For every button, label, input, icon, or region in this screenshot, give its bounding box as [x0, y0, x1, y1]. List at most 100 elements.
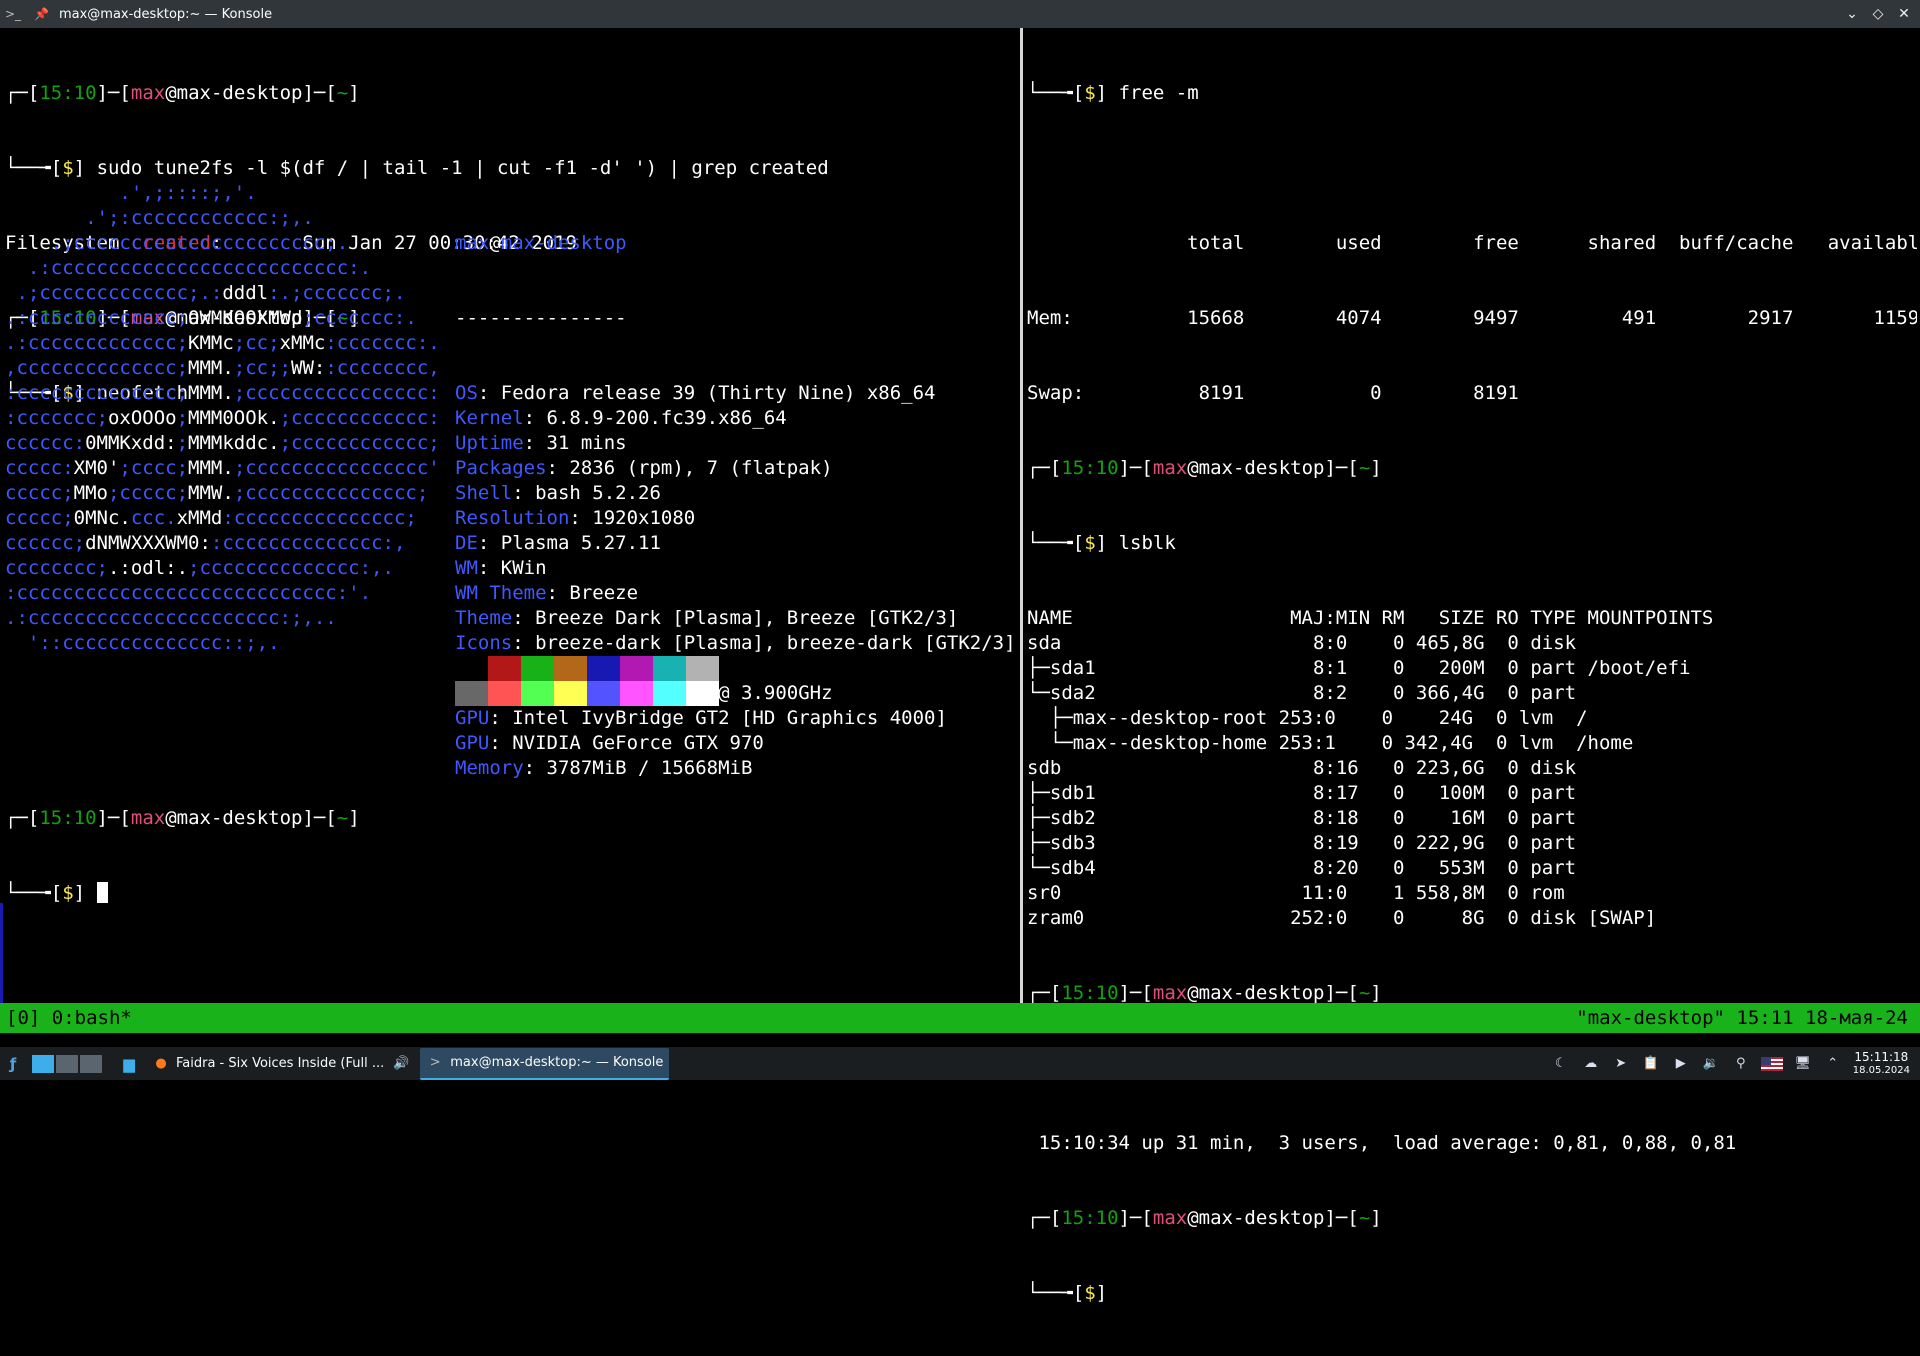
night-color-icon[interactable]: ☾ [1551, 1054, 1571, 1074]
prompt-line: ┌─[15:10]─[max@max-desktop]─[~] [5, 807, 360, 829]
palette-swatch [455, 681, 488, 706]
lsblk-row: NAME MAJ:MIN RM SIZE RO TYPE MOUNTPOINTS [1027, 607, 1714, 629]
virtual-desktop-pager[interactable] [32, 1054, 102, 1073]
task-firefox[interactable]: ● Faidra - Six Voices Inside (Full ... 🔊 [146, 1049, 416, 1079]
lsblk-output: NAME MAJ:MIN RM SIZE RO TYPE MOUNTPOINTS… [1027, 606, 1917, 931]
info-row: Resolution: 1920x1080 [455, 507, 696, 529]
cloud-sync-icon[interactable]: ☁ [1581, 1054, 1601, 1074]
palette-swatch [587, 681, 620, 706]
info-user-host: max@max-desktop [455, 232, 627, 254]
lsblk-row: ├─sdb2 8:18 0 16M 0 part [1027, 807, 1588, 829]
fedora-ascii-logo: .',;::::;,'. .';:cccccccccccc:;,. .;cccc… [5, 181, 440, 656]
konsole-app-icon[interactable]: >_ [4, 5, 22, 23]
color-palette [455, 656, 719, 706]
lsblk-row: sr0 11:0 1 558,8M 0 rom [1027, 882, 1588, 904]
logo-line: .:ccccccccccccc;KMMc;cc;xMMc:ccccccc:. [5, 332, 440, 354]
palette-swatch [587, 656, 620, 681]
lsblk-row: ├─max--desktop-root 253:0 0 24G 0 lvm / [1027, 707, 1588, 729]
window-buttons: ⌄ ◇ ✕ [1842, 4, 1914, 24]
info-row: GPU: Intel IvyBridge GT2 [HD Graphics 40… [455, 707, 947, 729]
desktop-2[interactable] [56, 1054, 78, 1073]
logo-line: .:ccccccccccccc;OWMKOOXMWd;ccccccc:. [5, 307, 417, 329]
minimize-icon[interactable]: ⌄ [1842, 4, 1862, 24]
palette-swatch [620, 656, 653, 681]
info-row: Kernel: 6.8.9-200.fc39.x86_64 [455, 407, 787, 429]
usb-device-icon[interactable]: ⚲ [1731, 1054, 1751, 1074]
free-swap: Swap: 8191 0 8191 [1027, 382, 1519, 404]
desktop-1[interactable] [32, 1054, 54, 1073]
lsblk-row: zram0 252:0 0 8G 0 disk [SWAP] [1027, 907, 1657, 929]
palette-swatch [653, 656, 686, 681]
clock[interactable]: 15:11:18 18.05.2024 [1853, 1050, 1910, 1077]
pin-icon[interactable]: 📌 [34, 7, 49, 21]
lsblk-row: sda 8:0 0 465,8G 0 disk [1027, 632, 1588, 654]
tmux-pane-right[interactable]: └──╼[$] free -m total used free shared b… [1027, 31, 1917, 1356]
active-prompt[interactable]: ┌─[15:10]─[max@max-desktop]─[~] └──╼[$] [5, 756, 1015, 956]
file-manager-icon[interactable]: ▆ [116, 1051, 142, 1077]
konsole-icon: > [429, 1055, 441, 1070]
clipboard-icon[interactable]: 📋 [1641, 1054, 1661, 1074]
terminal-area[interactable]: ┌─[15:10]─[max@max-desktop]─[~] └──╼[$] … [0, 28, 1920, 1304]
lsblk-row: sdb 8:16 0 223,6G 0 disk [1027, 757, 1588, 779]
command-line: └──╼[$] free -m [1027, 82, 1199, 104]
logo-line: cccccc:0MMKxdd:;MMMkddc.;cccccccccccc; [5, 432, 440, 454]
screen-gap [0, 1033, 1920, 1047]
info-row: DE: Plasma 5.27.11 [455, 532, 661, 554]
info-row: Uptime: 31 mins [455, 432, 627, 454]
palette-swatch [686, 656, 719, 681]
palette-swatch [554, 681, 587, 706]
info-row: WM: KWin [455, 557, 547, 579]
fedora-launcher-icon[interactable]: ƒ [0, 1051, 26, 1077]
command-line[interactable]: └──╼[$] [5, 881, 1015, 906]
telegram-icon[interactable]: ➤ [1611, 1054, 1631, 1074]
logo-line: :cccccccccccccc;MMM.;cccccccccccccccc: [5, 382, 440, 404]
text-cursor [96, 882, 108, 903]
palette-swatch [686, 681, 719, 706]
command-line: └──╼[$] lsblk [1027, 532, 1176, 554]
neofetch-info: max@max-desktop --------------- OS: Fedo… [455, 181, 1016, 831]
uptime-output: 15:10:34 up 31 min, 3 users, load averag… [1027, 1132, 1737, 1154]
info-row: WM Theme: Breeze [455, 582, 639, 604]
pane-divider[interactable] [1020, 28, 1023, 1003]
info-row: Theme: Breeze Dark [Plasma], Breeze [GTK… [455, 607, 959, 629]
prompt-line: ┌─[15:10]─[max@max-desktop]─[~] [1027, 457, 1382, 479]
free-header: total used free shared buff/cache availa… [1027, 232, 1917, 254]
logo-line: .';:cccccccccccc:;,. [5, 207, 314, 229]
info-row: Packages: 2836 (rpm), 7 (flatpak) [455, 457, 833, 479]
lsblk-row: └─sdb4 8:20 0 553M 0 part [1027, 857, 1588, 879]
palette-swatch [521, 681, 554, 706]
logo-line: :cccccccccccccccccccccccccccc:'. [5, 582, 372, 604]
network-icon[interactable]: 🖥 [1793, 1054, 1813, 1074]
info-row: Icons: breeze-dark [Plasma], breeze-dark… [455, 632, 1016, 654]
palette-swatch [455, 656, 488, 681]
prompt-line: ┌─[15:10]─[max@max-desktop]─[~] [5, 82, 360, 104]
speaker-icon[interactable]: 🔊 [392, 1055, 410, 1073]
logo-line: cccccc;dNMWXXXWM0::cccccccccccccc:, [5, 532, 406, 554]
logo-line: ,cccccccccccccc;MMM.;cc;;WW::cccccccc, [5, 357, 440, 379]
system-tray: ☾ ☁ ➤ 📋 ▶ 🔉 ⚲ 🖥 ⌃ 15:11:18 18.05.2024 [1551, 1050, 1910, 1077]
maximize-icon[interactable]: ◇ [1868, 4, 1888, 24]
tmux-window-list[interactable]: [0] 0:bash* [6, 1007, 132, 1029]
window-titlebar[interactable]: >_ 📌 max@max-desktop:~ — Konsole ⌄ ◇ ✕ [0, 0, 1920, 28]
lsblk-row: ├─sdb3 8:19 0 222,9G 0 part [1027, 832, 1588, 854]
logo-line: '::cccccccccccccc::;,. [5, 632, 280, 654]
task-konsole[interactable]: > max@max-desktop:~ — Konsole [420, 1047, 670, 1080]
media-player-icon[interactable]: ▶ [1671, 1054, 1691, 1074]
command-line[interactable]: └──╼[$] [1027, 1281, 1917, 1306]
keyboard-layout-flag-icon[interactable] [1760, 1056, 1783, 1071]
logo-line: :ccccccc;oxOOOo;MMM0OOk.;cccccccccccc: [5, 407, 440, 429]
lsblk-row: └─max--desktop-home 253:1 0 342,4G 0 lvm… [1027, 732, 1634, 754]
window-title: max@max-desktop:~ — Konsole [58, 6, 273, 22]
close-icon[interactable]: ✕ [1894, 4, 1914, 24]
plasma-taskbar: ƒ ▆ ● Faidra - Six Voices Inside (Full .… [0, 1047, 1920, 1080]
info-row: Shell: bash 5.2.26 [455, 482, 661, 504]
tray-expand-icon[interactable]: ⌃ [1823, 1054, 1843, 1074]
volume-icon[interactable]: 🔉 [1701, 1054, 1721, 1074]
palette-swatch [521, 656, 554, 681]
info-separator: --------------- [455, 307, 627, 329]
free-mem: Mem: 15668 4074 9497 491 2917 11594 [1027, 307, 1917, 329]
tmux-status-right: "max-desktop" 15:11 18-мая-24 [1576, 1007, 1908, 1029]
tmux-status-bar: [0] 0:bash* "max-desktop" 15:11 18-мая-2… [0, 1003, 1920, 1033]
lsblk-row: └─sda2 8:2 0 366,4G 0 part [1027, 682, 1588, 704]
desktop-3[interactable] [80, 1054, 102, 1073]
